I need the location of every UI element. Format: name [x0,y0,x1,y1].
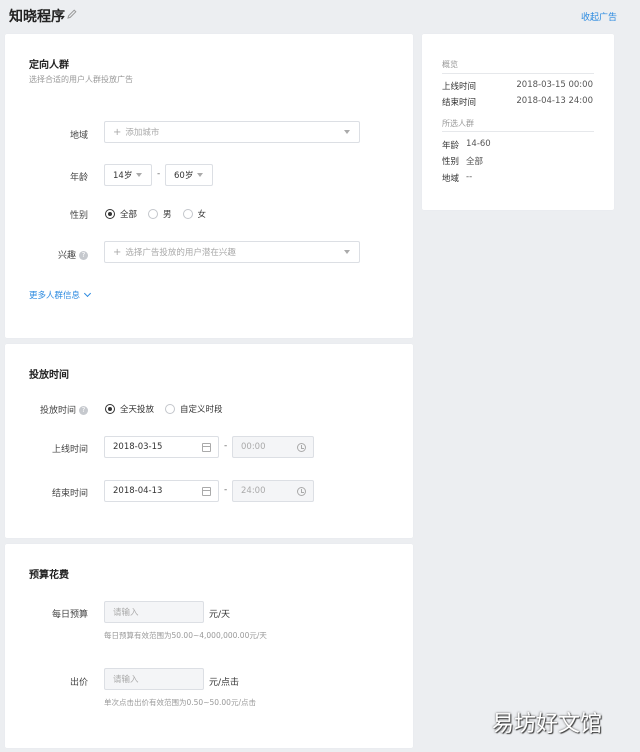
bid-unit: 元/点击 [209,678,240,688]
calendar-icon [202,443,211,452]
overview-gender-value: 全部 [466,157,484,167]
divider [442,131,594,132]
targeting-title: 定向人群 [29,60,69,71]
radio-checked-icon [105,209,115,219]
radio-unchecked-icon [182,209,193,219]
bid-placeholder: 请输入 [113,675,139,685]
schedule-title: 投放时间 [29,370,69,381]
chevron-down-icon [83,289,92,298]
gender-radio-group: 全部 男 女 [105,208,217,220]
overview-end-label: 结束时间 [442,98,477,108]
age-max-value: 60岁 [174,171,194,181]
schedule-option-custom[interactable]: 自定义时段 [165,403,223,415]
age-min-select[interactable]: 14岁 [104,164,152,186]
interest-label: 兴趣 [57,251,76,261]
age-separator: - [157,169,161,179]
schedule-option-label: 自定义时段 [180,405,223,415]
chevron-down-icon [136,173,142,177]
interest-placeholder: 选择广告投放的用户潜在兴趣 [125,248,236,258]
schedule-mode-label-row: 投放时间? [28,403,88,416]
overview-title: 概览 [442,60,458,69]
gender-option-male[interactable]: 男 [148,208,172,220]
age-label: 年龄 [69,173,88,183]
clock-icon [297,487,306,496]
end-separator: - [224,485,228,495]
overview-start-label: 上线时间 [442,82,477,92]
region-placeholder: 添加城市 [125,128,160,138]
start-time-picker[interactable]: 00:00 [232,436,314,458]
chevron-down-icon [344,130,350,134]
schedule-card: 投放时间 投放时间? 全天投放 自定义时段 上线时间 2018-03-15 - … [5,344,413,538]
gender-option-label: 男 [163,210,172,220]
more-audience-label: 更多人群信息 [29,291,81,301]
start-date-picker[interactable]: 2018-03-15 [104,436,219,458]
help-icon[interactable]: ? [79,406,88,415]
start-time-label: 上线时间 [51,445,88,455]
chevron-down-icon [344,250,350,254]
more-audience-link[interactable]: 更多人群信息 [29,289,92,301]
targeting-card: 定向人群 选择合适的用户人群投放广告 地域 + 添加城市 年龄 14岁 - 60… [5,34,413,338]
watermark-text: 易坊好文馆 [492,712,603,737]
overview-age-label: 年龄 [442,141,460,151]
overview-card: 概览 上线时间 2018-03-15 00:00 结束时间 2018-04-13… [422,34,614,210]
bid-label: 出价 [69,678,88,688]
chevron-down-icon [197,173,203,177]
overview-age-value: 14-60 [466,139,491,149]
page-title: 知晓程序 [9,9,65,25]
bid-input[interactable]: 请输入 [104,668,204,690]
age-max-select[interactable]: 60岁 [165,164,213,186]
bid-hint: 单次点击出价有效范围为0.50~50.00元/点击 [104,698,256,707]
overview-end-value: 2018-04-13 24:00 [516,96,593,106]
start-time-value: 00:00 [241,442,266,452]
edit-pencil-icon[interactable] [66,8,78,20]
gender-label: 性别 [69,211,88,221]
overview-start-value: 2018-03-15 00:00 [516,80,593,90]
budget-title: 预算花费 [29,570,69,581]
daily-budget-hint: 每日预算有效范围为50.00~4,000,000.00元/天 [104,631,267,640]
region-label: 地域 [69,131,88,141]
targeting-subtitle: 选择合适的用户人群投放广告 [29,75,133,84]
gender-option-label: 女 [197,210,207,220]
schedule-option-all-day[interactable]: 全天投放 [105,403,154,415]
schedule-mode-radio-group: 全天投放 自定义时段 [105,403,234,415]
budget-card: 预算花费 每日预算 请输入 元/天 每日预算有效范围为50.00~4,000,0… [5,544,413,748]
collapse-ad-link[interactable]: 收起广告 [581,10,617,23]
start-date-value: 2018-03-15 [113,442,163,452]
end-time-picker[interactable]: 24:00 [232,480,314,502]
radio-unchecked-icon [165,404,176,414]
gender-option-all[interactable]: 全部 [105,208,137,220]
daily-budget-input[interactable]: 请输入 [104,601,204,623]
daily-budget-unit: 元/天 [209,610,231,620]
start-separator: - [224,441,228,451]
region-select[interactable]: + 添加城市 [104,121,360,143]
gender-option-female[interactable]: 女 [182,208,207,220]
schedule-option-label: 全天投放 [120,405,155,415]
schedule-mode-label: 投放时间 [39,406,76,416]
plus-icon: + [113,246,122,258]
interest-select[interactable]: + 选择广告投放的用户潜在兴趣 [104,241,360,263]
plus-icon: + [113,126,122,138]
end-date-picker[interactable]: 2018-04-13 [104,480,219,502]
help-icon[interactable]: ? [79,251,88,260]
end-date-value: 2018-04-13 [113,486,163,496]
clock-icon [297,443,306,452]
overview-audience-title: 所选人群 [442,119,474,128]
overview-region-label: 地域 [442,174,460,184]
divider [442,73,594,74]
calendar-icon [202,487,211,496]
gender-option-label: 全部 [120,210,138,220]
overview-gender-label: 性别 [442,157,460,167]
overview-region-value: -- [466,172,473,182]
interest-label-row: 兴趣? [28,248,88,261]
radio-unchecked-icon [148,209,159,219]
radio-checked-icon [105,404,115,414]
daily-budget-label: 每日预算 [51,610,88,620]
age-min-value: 14岁 [113,171,133,181]
end-time-label: 结束时间 [51,489,88,499]
daily-budget-placeholder: 请输入 [113,608,139,618]
end-time-value: 24:00 [241,486,266,496]
